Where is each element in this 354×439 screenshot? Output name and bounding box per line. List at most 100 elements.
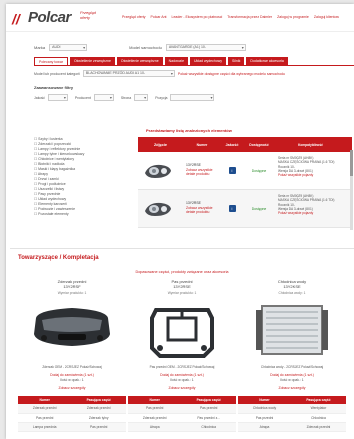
column-header-compat: Kompatybilność [298,142,323,147]
compat-link[interactable]: Pokaż wszystkie pojazdy [278,211,344,215]
kompletacja-panel: Towarzyszące / Kompletacja Dopasowane cz… [10,248,354,439]
filter-position-select[interactable] [170,94,215,101]
table-header-cell: Pasująca część [290,396,346,404]
polcar-logo[interactable]: Polcar [28,9,71,26]
add-to-order-link[interactable]: Dodaj do zamówienia (1 szt.) [128,373,236,377]
filter-side-select[interactable] [134,94,149,101]
front-panel-image[interactable] [138,300,226,364]
related-product: Pas przedni 13Y2RSE Wymiar produktu: 1 P… [128,279,236,432]
category-label: Model lub producent kategorii [34,71,80,76]
filter-quality-select[interactable] [47,94,68,101]
quality-cell: i [221,152,243,189]
front-panel-drawing [150,308,214,358]
table-header-cell: Numer [128,396,182,404]
add-to-order-link[interactable]: Dodaj do zamówienia (1 szt.) [18,373,126,377]
tab-silnik[interactable]: Silnik [228,57,245,65]
related-caption: Chłodnica wody - 2CRSJEZ Pokaż/Schowaj [260,365,324,369]
related-table: Numer Pasująca część Pas przedni Pas przed… [128,396,236,432]
logo-subtitle: Przegląd oferty [80,10,96,20]
filter-producer-select[interactable] [93,94,114,101]
related-qty: Ilość w opak.: 1 [280,378,304,382]
add-to-order-link[interactable]: Dodaj do zamówienia (1 szt.) [238,373,346,377]
compat-line: MASKA CZĘŚCIOWA PRAWA (1.6 TDI) [278,160,335,165]
nav-link[interactable]: Zaloguj klientow [314,15,339,19]
table-cell: Zderzak przedni [128,413,182,423]
table-cell: Lampa przednia [18,422,72,432]
results-title: Przedstawiamy listę znalezionych element… [146,128,232,133]
polcar-logo-mark[interactable]: // [12,11,20,27]
top-navigation: Przegląd oferty Polcar Ant Leader - Ekos… [122,15,339,19]
details-link[interactable]: Zobacz szczegóły [238,386,346,390]
model-label: Model samochodu [129,45,162,50]
category-row: Model lub producent kategorii BLACHOWANI… [34,70,285,77]
table-row: Chłodnica wody Wentylator [238,404,346,414]
nav-link[interactable]: Przegląd oferty [122,15,146,19]
table-cell: Atrapa [238,422,291,432]
filter-label: Jakość [34,95,45,100]
nav-link[interactable]: Polcar Ant [151,15,167,19]
table-row: Lampa przednia Pas przedni [18,422,126,432]
table-cell: Pas przedni [181,404,236,414]
scrollbar-thumb[interactable] [350,150,353,176]
product-photo[interactable] [138,152,183,189]
category-select[interactable]: BLACHOWANIE PRZÓD AUDI A1 10- [82,70,175,77]
table-cell: Pas przedni [71,422,126,432]
category-sidebar: Szyby i lusterka Zderzaki i poprzeczki L… [34,137,129,217]
product-details-link[interactable]: Zobacz wszystkie detale produktu [186,168,219,177]
header: // Polcar Przegląd oferty Przegląd ofert… [6,4,354,32]
compat-cell: Seria nr SM00Z9 (AH8K) MASKA CZĘŚCIOWA P… [275,190,346,227]
table-row: 13Y2RSE Zobacz wszystkie detale produktu… [138,190,352,228]
tab-polecany[interactable]: Polecany towar [34,57,68,65]
table-scrollbar[interactable] [350,150,353,230]
compat-cell: Seria nr SM00Z9 (AH8K) MASKA CZĘŚCIOWA P… [275,152,346,189]
table-header: Zdjęcie Numer Jakość Dostępność Kompatyb… [138,137,352,152]
nav-link[interactable]: Zaloguj w programie [277,15,309,19]
table-cell: Zderzak przedni [18,404,72,414]
related-sub: Chłodnica wody: 1 [278,291,306,295]
kompletacja-title: Towarzyszące / Kompletacja [18,255,99,261]
radiator-image[interactable] [248,300,336,364]
column-header-photo: Zdjęcie [153,142,168,147]
table-header-cell: Numer [238,396,291,404]
tab-oswietlenie-zewnetrzne[interactable]: Oświetlenie zewnętrzne [69,57,115,65]
table-cell: Pas przedni [128,404,182,414]
tab-oswietlenie-wewnetrzne[interactable]: Oświetlenie wewnętrzne [116,57,163,65]
column-header-availability: Dostępność [249,142,269,147]
tab-akcesoria[interactable]: Dodatkowe akcesoria [246,57,288,65]
info-icon[interactable]: i [228,167,236,174]
sidebar-item[interactable]: Pozostałe elementy [34,212,129,217]
brand-select[interactable]: AUDI [49,44,88,51]
tab-underline [34,65,354,66]
related-sub: Wymiar produktu: 1 [57,291,87,295]
bumper-image[interactable] [28,300,116,364]
product-details-link[interactable]: Zobacz wszystkie detale produktu [186,206,219,215]
related-code: 13Y2RSE [173,284,191,289]
column-header-quality: Jakość [225,142,239,147]
product-photo[interactable] [138,190,183,227]
quality-cell: i [221,190,243,227]
related-caption: Pas przedni OEM - 2CRSJEZ Pokaż/Schowaj [149,365,215,369]
table-cell: Chłodnica [181,422,236,432]
tab-uklad-wydechowy[interactable]: Układ wydechowy [190,57,227,65]
radiator-drawing [256,305,328,355]
details-link[interactable]: Zobacz szczegóły [128,386,236,390]
nav-link[interactable]: Leader - Ekosystem po platnosci [172,15,223,19]
model-select[interactable]: AVANTGARDE (A1) 10- [165,44,246,51]
related-product: Chłodnica wody 13Y2KSE Chłodnica wody: 1… [238,279,346,432]
table-row: Zderzak przedni Zderzak przedni [18,404,126,414]
table-cell: Wentylator [290,404,346,414]
related-caption: Zderzak OEM - 2CRSJEZ Pokaż/Schowaj [42,365,102,369]
headlamp-image [145,164,171,178]
table-row: Pas przedni Zderzak tylny [18,413,126,423]
table-cell: Chłodnica wody [238,404,291,414]
nav-link[interactable]: Transformacja przez Daimler [227,15,272,19]
compat-line: MASKA CZĘŚCIOWA PRAWA (1.6 TDI) [278,198,335,203]
table-cell: Atrapa [128,422,182,432]
product-number-cell: 13Y2RSE Zobacz wszystkie detale produktu [183,190,221,227]
compat-link[interactable]: Pokaż wszystkie pojazdy [278,173,344,177]
info-icon[interactable]: i [228,205,236,212]
category-tabs: Polecany towar Oświetlenie zewnętrzne Oś… [34,57,288,65]
tab-nadwozie[interactable]: Nadwozie [164,57,189,65]
bumper-drawing [34,308,110,346]
details-link[interactable]: Zobacz szczegóły [18,386,126,390]
